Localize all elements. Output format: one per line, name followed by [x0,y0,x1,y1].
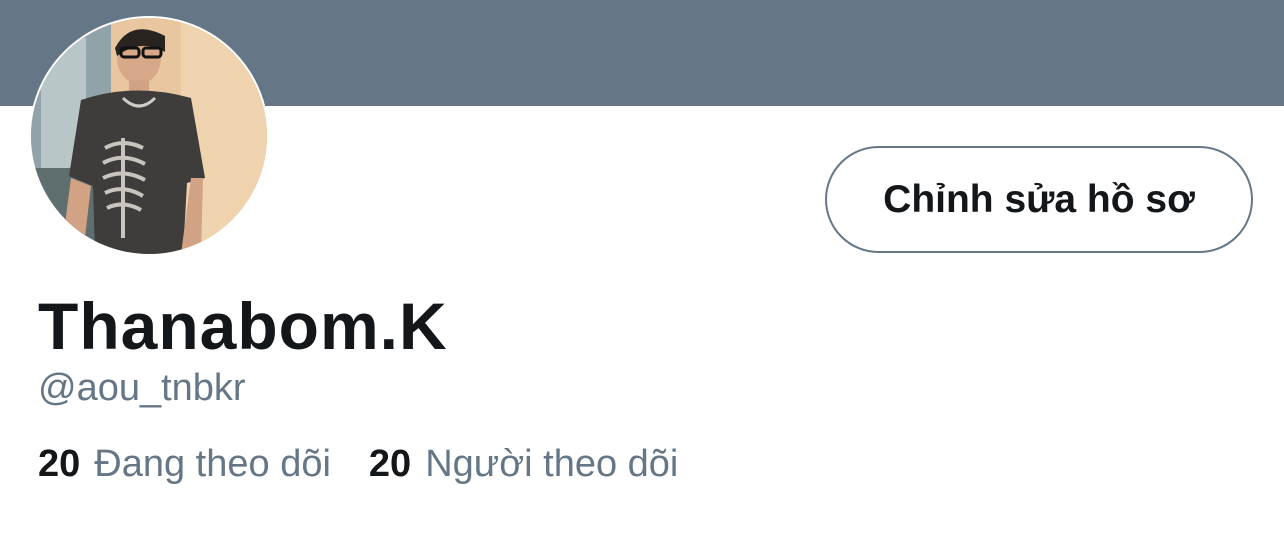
display-name: Thanabom.K [38,289,448,363]
follow-stats: 20 Đang theo dõi 20 Người theo dõi [38,443,679,486]
profile-header: Chỉnh sửa hồ sơ Thanabom.K @aou_tnbkr 20… [0,0,1284,539]
avatar[interactable] [29,16,269,256]
avatar-photo-icon [31,18,267,254]
edit-profile-button[interactable]: Chỉnh sửa hồ sơ [825,146,1253,253]
following-label: Đang theo dõi [94,443,331,485]
followers-link[interactable]: 20 Người theo dõi [368,443,679,486]
following-link[interactable]: 20 Đang theo dõi [38,443,331,486]
username-handle: @aou_tnbkr [38,367,246,409]
following-count: 20 [38,443,81,485]
followers-label: Người theo dõi [425,443,679,485]
followers-count: 20 [368,443,412,485]
